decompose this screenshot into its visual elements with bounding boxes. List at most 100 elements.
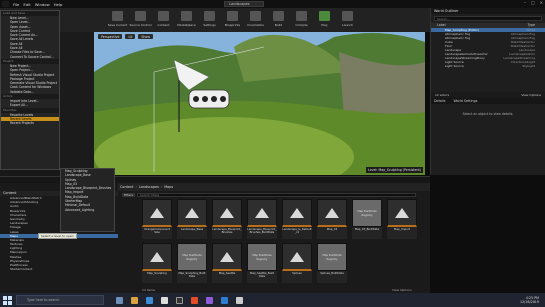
- map-icon: [290, 207, 304, 218]
- map-thumbnail: [212, 243, 242, 271]
- asset-tile[interactable]: Map BuiltData Registry Map_Seattle_Built …: [247, 243, 277, 283]
- builtdata-thumbnail: Map BuiltData Registry: [352, 199, 382, 227]
- world-outliner-panel: World Outliner Search... Label Type Map_…: [430, 8, 545, 98]
- breadcrumb-landscapes[interactable]: Landscapes: [139, 185, 159, 189]
- asset-tile[interactable]: OrangeComponent Size: [142, 199, 172, 239]
- asset-tile[interactable]: Map_Import: [387, 199, 417, 239]
- asset-tile[interactable]: Map BuiltData Registry Splines_BuiltData: [317, 243, 347, 283]
- breadcrumb-content[interactable]: Content: [120, 185, 134, 189]
- asset-tile[interactable]: Landscape_Blueprint_ Brushes: [212, 199, 242, 239]
- system-clock[interactable]: 4:25 PM 12/18/2019: [520, 296, 539, 304]
- asset-caption: Splines_BuiltData: [317, 271, 347, 283]
- maximize-icon[interactable]: □: [531, 0, 535, 5]
- save-current-button[interactable]: Save Current: [106, 8, 129, 32]
- filters-button[interactable]: Filters: [122, 193, 135, 197]
- menu-file[interactable]: File: [13, 2, 19, 7]
- recent-level-item[interactable]: Advanced_Lighting: [61, 208, 114, 212]
- build-icon: [273, 11, 284, 21]
- asset-tile[interactable]: Landscape_Base: [177, 199, 207, 239]
- settings-button[interactable]: Settings: [198, 8, 221, 32]
- asset-tile[interactable]: Landscape_Is_Default _cli: [282, 199, 312, 239]
- unreal-logo-icon: [2, 1, 9, 7]
- visual-studio-icon[interactable]: [206, 296, 213, 304]
- map-thumbnail: [142, 243, 172, 271]
- task-view-icon[interactable]: [116, 296, 123, 304]
- asset-tile[interactable]: Map BuiltData Registry Map_Sculpting_Buil…: [177, 243, 207, 283]
- windows-start-icon[interactable]: [3, 295, 12, 305]
- compile-icon: [296, 11, 307, 21]
- marketplace-button[interactable]: Marketplace: [175, 8, 198, 32]
- asset-tile[interactable]: Landscape_Blueprint_ Brushes_BuiltData: [247, 199, 277, 239]
- asset-count: 14 items: [142, 288, 156, 292]
- map-thumbnail: [247, 199, 277, 227]
- perspective-button[interactable]: Perspective: [98, 34, 123, 39]
- source-control-button[interactable]: Source Control: [129, 8, 152, 32]
- minimize-icon[interactable]: –: [524, 0, 526, 5]
- unreal-taskbar-icon[interactable]: [176, 296, 183, 304]
- marketplace-icon: [181, 11, 192, 21]
- chrome-icon[interactable]: [191, 296, 198, 304]
- menu-edit[interactable]: Edit: [23, 2, 30, 7]
- level-tab[interactable]: Landscapes: [224, 1, 264, 7]
- asset-tile[interactable]: Splines: [282, 243, 312, 283]
- tab-world-settings[interactable]: World Settings: [453, 98, 477, 104]
- level-status-label: Level: Map_Sculpting (Persistent): [366, 167, 423, 173]
- content-search-input[interactable]: Search Maps: [137, 193, 416, 197]
- map-thumbnail: [212, 199, 242, 227]
- asset-tile[interactable]: Map BuiltData Registry Map_03_BuiltData: [352, 199, 382, 239]
- outliner-title: World Outliner: [431, 8, 545, 14]
- content-icon: [158, 11, 169, 21]
- taskbar-apps: [116, 296, 243, 304]
- asset-tile[interactable]: Map_Seattle: [212, 243, 242, 283]
- map-thumbnail: [177, 199, 207, 227]
- blueprints-button[interactable]: Blueprints: [221, 8, 244, 32]
- cinematics-button[interactable]: Cinematics: [244, 8, 267, 32]
- details-tabs: Details World Settings: [431, 98, 545, 104]
- title-bar: File Edit Window Help: [0, 0, 545, 8]
- menu-item[interactable]: Recent Projects: [1, 121, 59, 125]
- asset-caption: Map_03_BuiltData: [352, 227, 382, 239]
- content-view-options[interactable]: View Options: [392, 288, 412, 292]
- asset-caption: Map_Seattle_Built Data: [247, 271, 277, 283]
- settings-taskbar-icon[interactable]: [236, 296, 243, 304]
- outliner-search-input[interactable]: Search...: [434, 16, 542, 21]
- main-menu: File Edit Window Help: [13, 2, 62, 7]
- asset-caption: Landscape_Base: [177, 227, 207, 239]
- compile-button[interactable]: Compile: [290, 8, 313, 32]
- level-viewport[interactable]: Perspective Lit Show Level: Map_Sculptin…: [94, 32, 425, 175]
- asset-caption: Landscape_Blueprint_ Brushes: [212, 227, 242, 239]
- asset-caption: Map_Seattle: [212, 271, 242, 283]
- asset-tile[interactable]: Map_Sculpting: [142, 243, 172, 283]
- asset-caption: Map_03: [317, 227, 347, 239]
- launch-button[interactable]: Launch: [336, 8, 359, 32]
- file-explorer-icon[interactable]: [131, 296, 138, 304]
- asset-caption: OrangeComponent Size: [142, 227, 172, 239]
- menu-window[interactable]: Window: [35, 2, 50, 7]
- tooltip: Select a level to open: [38, 233, 77, 239]
- gear-icon: [204, 11, 215, 21]
- store-icon[interactable]: [161, 296, 168, 304]
- breadcrumb-maps[interactable]: Maps: [164, 185, 173, 189]
- edge-browser-icon[interactable]: [146, 296, 153, 304]
- map-icon: [255, 207, 269, 218]
- modes-panel: [60, 32, 94, 175]
- tree-item[interactable]: StarterContent: [0, 267, 118, 271]
- lit-button[interactable]: Lit: [125, 34, 136, 39]
- menu-help[interactable]: Help: [54, 2, 63, 7]
- taskbar-search-input[interactable]: Type here to search: [16, 295, 104, 305]
- content-filter-bar: Filters Search Maps: [118, 192, 430, 198]
- map-icon: [150, 251, 164, 262]
- show-button[interactable]: Show: [138, 34, 153, 39]
- outliner-row[interactable]: Light Source SkyLight: [431, 64, 545, 68]
- build-button[interactable]: Build: [267, 8, 290, 32]
- chevron-right-icon: ›: [135, 185, 137, 189]
- asset-grid: OrangeComponent Size Landscape_Base Landsc…: [142, 199, 430, 289]
- asset-tile[interactable]: Map_03: [317, 199, 347, 239]
- content-button[interactable]: Content: [152, 8, 175, 32]
- mail-icon[interactable]: [221, 296, 228, 304]
- close-icon[interactable]: ×: [540, 0, 543, 5]
- map-icon: [185, 207, 199, 218]
- map-thumbnail: [317, 199, 347, 227]
- tab-details[interactable]: Details: [434, 98, 445, 104]
- play-button[interactable]: Play: [313, 8, 336, 32]
